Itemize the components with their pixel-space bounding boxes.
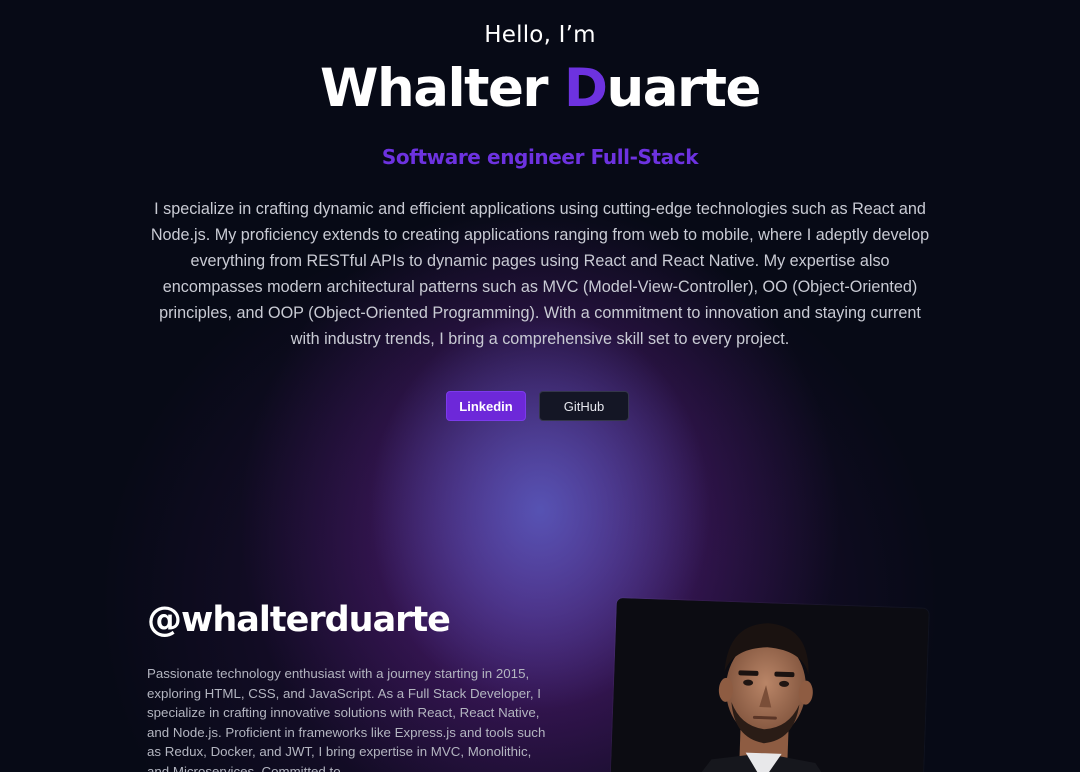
hero-name: Whalter Duarte (0, 56, 1080, 122)
bio-paragraph: Passionate technology enthusiast with a … (147, 666, 546, 772)
page: Hello, I’m Whalter Duarte Software engin… (0, 0, 1080, 772)
name-rest: uarte (606, 58, 762, 119)
github-button[interactable]: GitHub (539, 391, 629, 421)
greeting: Hello, I’m (484, 22, 596, 48)
name-first: Whalter (320, 58, 565, 119)
username-handle: @whalterduarte (147, 600, 451, 640)
linkedin-button[interactable]: Linkedin (446, 391, 526, 421)
intro-paragraph: I specialize in crafting dynamic and eff… (150, 200, 930, 348)
profile-photo-illustration (610, 598, 929, 772)
name-accent-letter: D (564, 58, 608, 119)
role-subtitle: Software engineer Full-Stack (381, 145, 699, 169)
profile-photo (610, 598, 929, 772)
